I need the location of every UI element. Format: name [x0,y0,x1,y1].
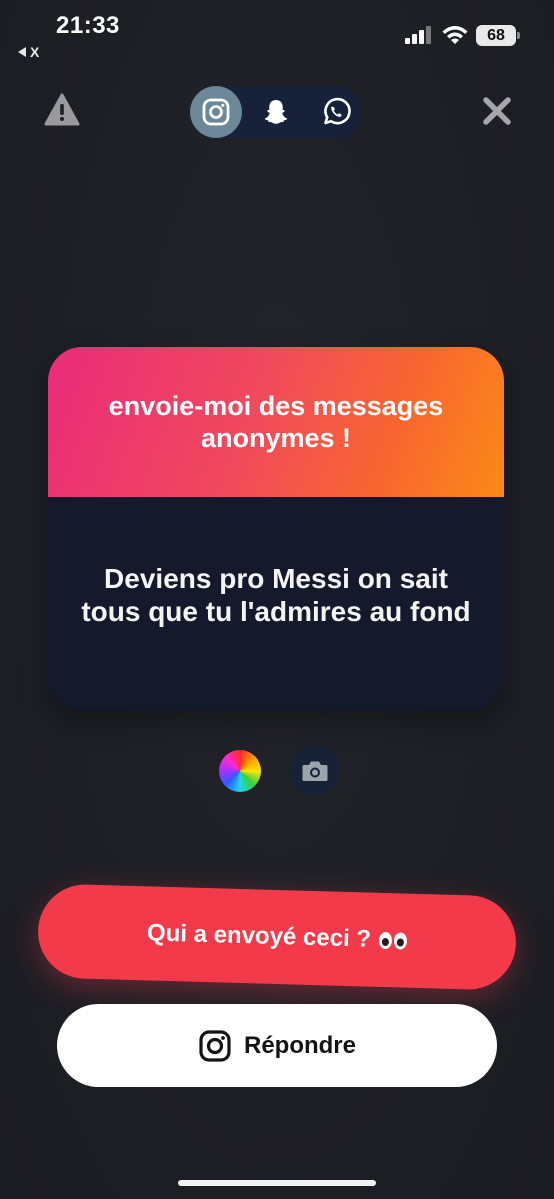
camera-icon [302,761,328,781]
card-body: Deviens pro Messi on sait tous que tu l'… [48,497,504,710]
cellular-signal-icon [405,26,433,44]
battery-indicator: 68 [476,25,520,46]
snapchat-ghost-icon [264,100,288,124]
anonymous-message-card: envoie-moi des messages anonymes ! Devie… [48,347,504,710]
close-icon[interactable] [480,94,514,128]
who-sent-this-button[interactable]: Qui a envoyé ceci ? [36,883,518,991]
instagram-icon [202,98,230,126]
home-indicator[interactable] [178,1180,376,1186]
reply-button[interactable]: Répondre [57,1004,497,1087]
card-header: envoie-moi des messages anonymes ! [48,347,504,497]
status-time: 21:33 [56,12,120,39]
status-bar: 21:33 X 68 [0,0,554,70]
whatsapp-icon [324,97,351,125]
back-to-app-link[interactable]: X [18,44,39,60]
back-triangle-icon [18,47,26,57]
share-whatsapp-button[interactable] [310,86,362,138]
reply-label: Répondre [243,1031,356,1059]
card-header-text: envoie-moi des messages anonymes ! [108,391,444,453]
back-app-label: X [30,44,40,60]
camera-button[interactable] [290,746,340,796]
screen: 21:33 X 68 envoie-moi des messages anony… [0,0,554,1199]
received-message-text: Deviens pro Messi on sait tous que tu l'… [81,562,471,627]
wifi-icon [442,26,468,44]
who-sent-label: Qui a envoyé ceci ? [146,919,372,953]
share-snapchat-button[interactable] [250,86,302,138]
report-warning-icon[interactable] [44,92,80,128]
eyes-emoji-icon [378,931,408,950]
share-target-switcher [190,86,362,138]
color-picker-button[interactable] [219,750,261,792]
share-instagram-button[interactable] [190,86,242,138]
instagram-icon [199,1029,231,1062]
